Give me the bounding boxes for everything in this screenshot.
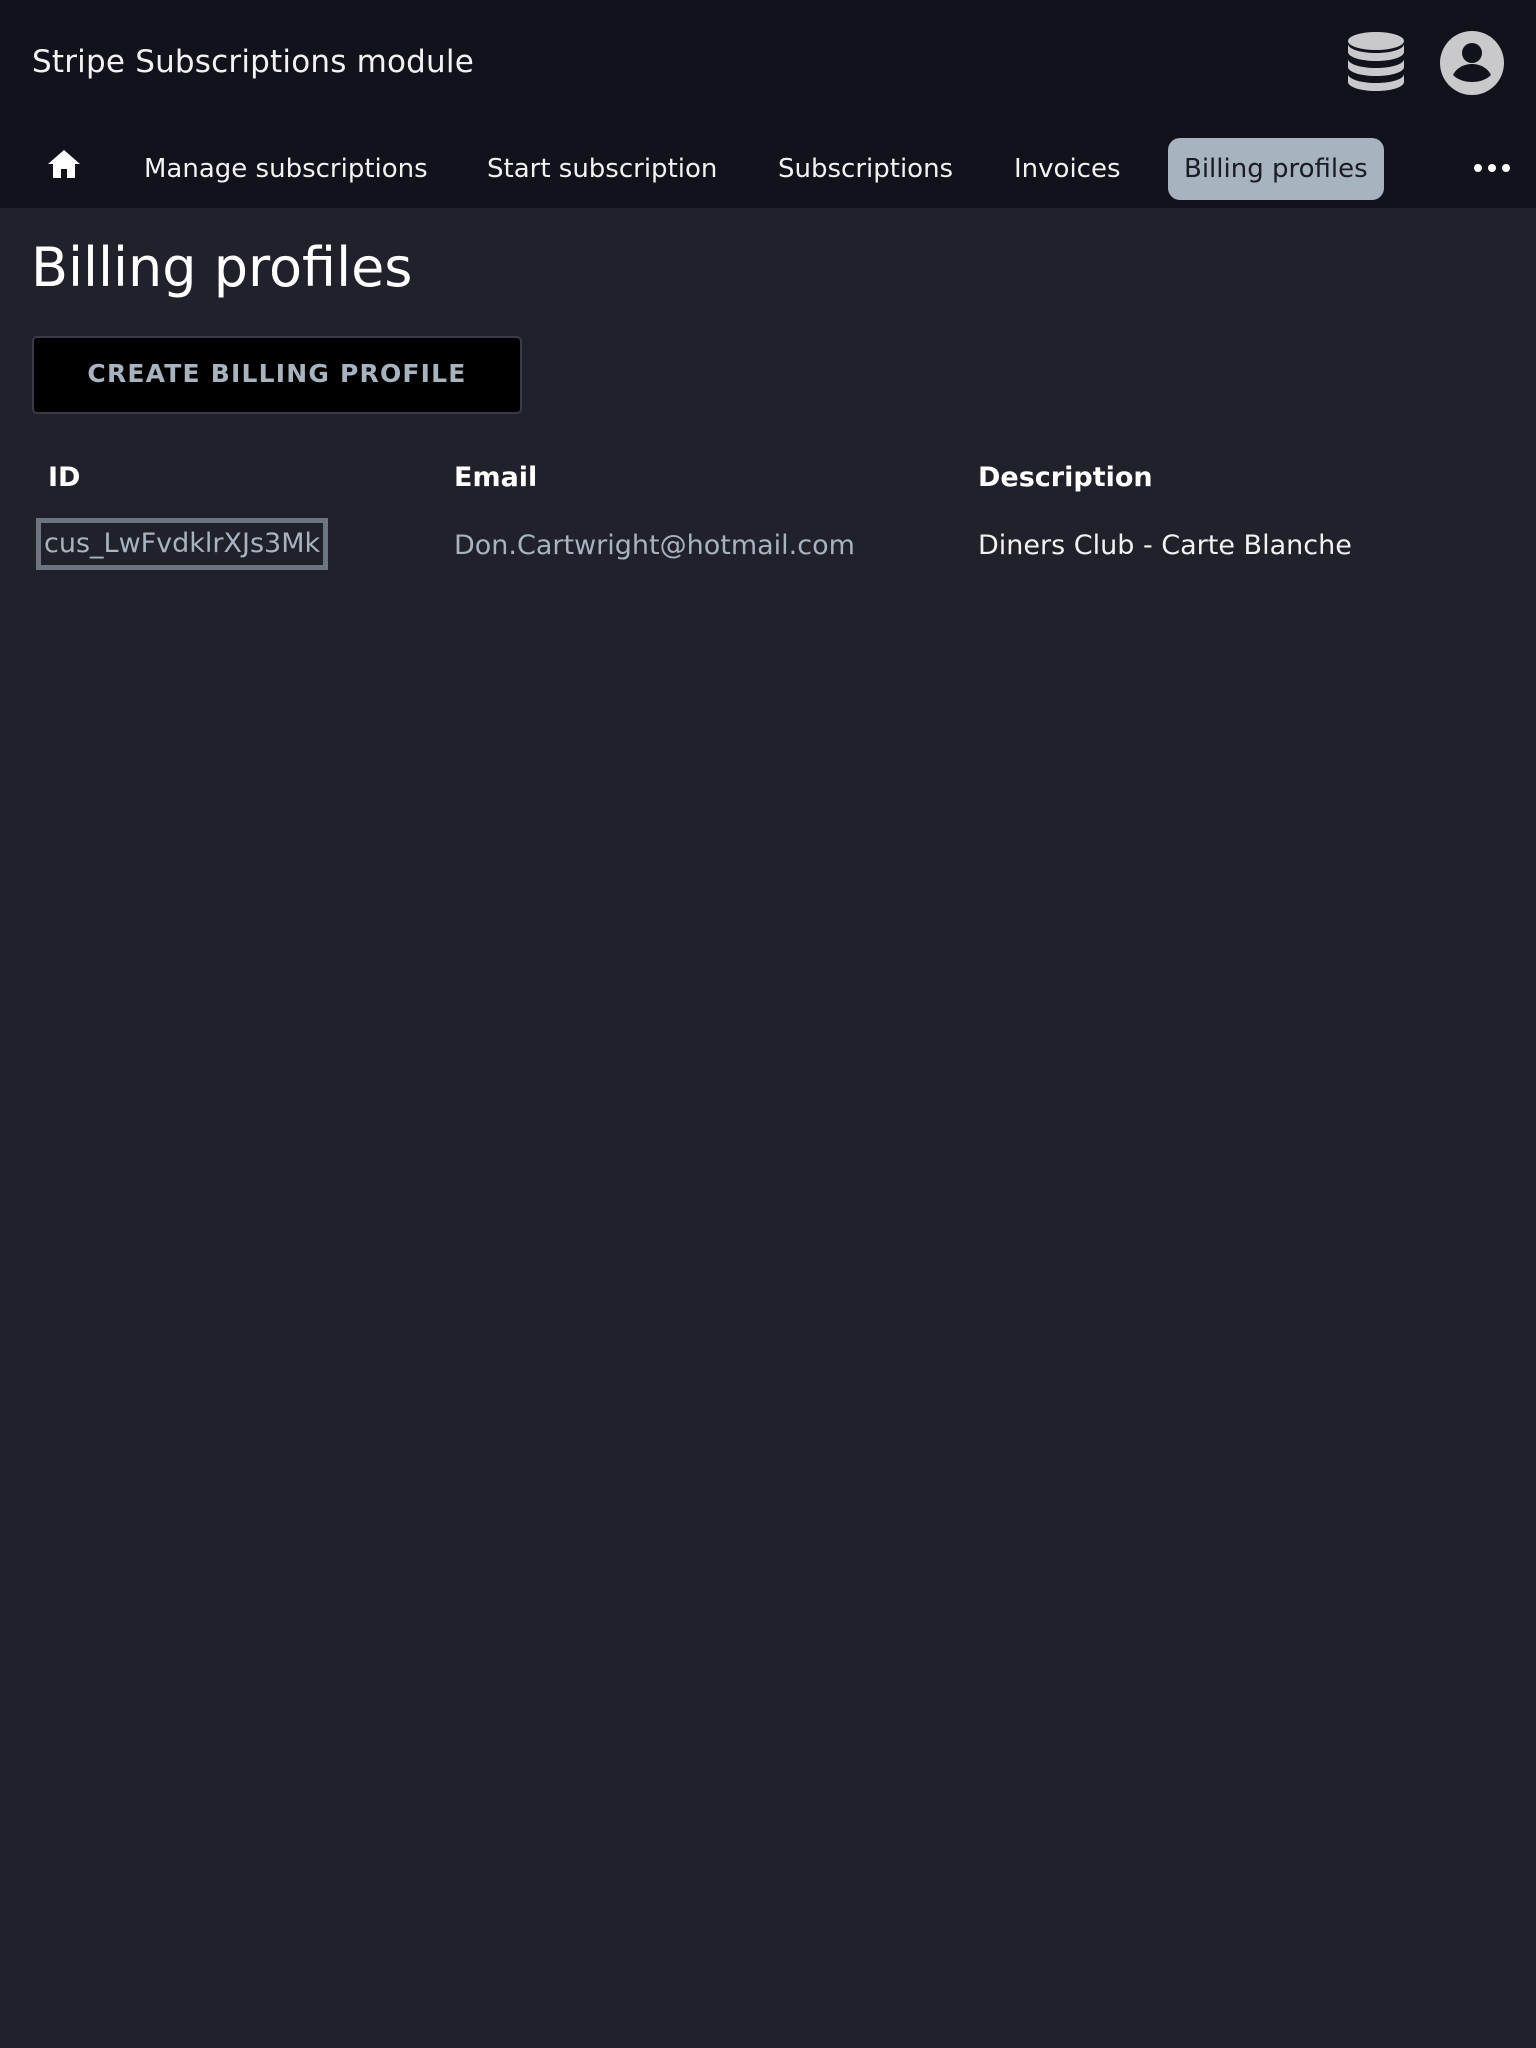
- home-icon[interactable]: [44, 144, 84, 184]
- more-horizontal-icon[interactable]: [1472, 148, 1512, 188]
- nav-item-start-subscription[interactable]: Start subscription: [471, 138, 733, 200]
- app-header: Stripe Subscriptions module: [0, 0, 1536, 127]
- nav-item-billing-profiles[interactable]: Billing profiles: [1168, 138, 1384, 200]
- nav-item-manage-subscriptions[interactable]: Manage subscriptions: [128, 138, 444, 200]
- nav-item-subscriptions[interactable]: Subscriptions: [762, 138, 969, 200]
- column-header-description[interactable]: Description: [978, 462, 1153, 493]
- app-title: Stripe Subscriptions module: [32, 44, 474, 80]
- database-icon[interactable]: [1343, 30, 1409, 96]
- row-id-link[interactable]: cus_LwFvdklrXJs3Mk: [35, 518, 329, 570]
- create-billing-profile-button[interactable]: CREATE BILLING PROFILE: [32, 336, 522, 414]
- nav-item-invoices[interactable]: Invoices: [998, 138, 1137, 200]
- column-header-email[interactable]: Email: [454, 462, 537, 493]
- row-email: Don.Cartwright@hotmail.com: [454, 530, 855, 561]
- account-circle-icon[interactable]: [1439, 30, 1505, 96]
- top-nav: Manage subscriptions Start subscription …: [0, 127, 1536, 208]
- row-description: Diners Club - Carte Blanche: [978, 530, 1352, 561]
- page-title: Billing profiles: [31, 236, 413, 299]
- column-header-id[interactable]: ID: [48, 462, 80, 493]
- app-root: Stripe Subscriptions module Manage subsc…: [0, 0, 1536, 2048]
- table-row[interactable]: cus_LwFvdklrXJs3Mk Don.Cartwright@hotmai…: [32, 518, 1504, 582]
